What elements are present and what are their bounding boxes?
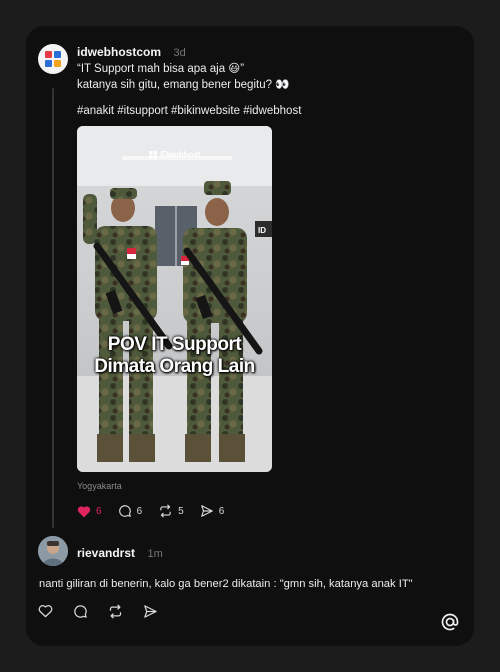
username[interactable]: idwebhostcom — [77, 45, 161, 59]
thread-card: idwebhostcom 3d “IT Support mah bisa apa… — [26, 26, 474, 646]
reply-count: 6 — [136, 505, 143, 517]
reply-button[interactable]: 6 — [118, 504, 143, 518]
media-watermark: IDwebhost — [149, 150, 200, 159]
repost-icon[interactable] — [108, 604, 123, 619]
threads-at-icon — [441, 613, 459, 631]
comment-icon[interactable] — [73, 604, 88, 619]
reply-actions — [38, 604, 158, 619]
post-image[interactable]: ID IDwebhost POV IT Support Dimata Orang… — [77, 126, 272, 472]
idwebhost-logo-icon — [45, 51, 61, 67]
person-avatar-icon — [38, 536, 68, 566]
overlay-line-2: Dimata Orang Lain — [94, 356, 255, 377]
reply-header: rievandrst 1m — [77, 544, 163, 562]
idwebhost-mark-icon — [149, 150, 157, 159]
thread-connector-line — [52, 88, 54, 528]
location-tag[interactable]: Yogyakarta — [77, 481, 122, 491]
comment-icon — [118, 505, 131, 517]
overlay-line-1: POV IT Support — [107, 334, 242, 355]
repost-button[interactable]: 5 — [158, 504, 184, 518]
post-header: idwebhostcom 3d — [77, 43, 186, 61]
send-icon[interactable] — [143, 604, 158, 619]
repost-count: 5 — [178, 505, 184, 517]
like-count: 6 — [96, 505, 102, 517]
reply-timestamp[interactable]: 1m — [147, 548, 162, 560]
repost-icon — [160, 504, 171, 518]
hashtags[interactable]: #anakit #itsupport #bikinwebsite #idwebh… — [77, 104, 301, 119]
share-button[interactable]: 6 — [200, 504, 225, 518]
caption-line-2: katanya sih gitu, emang bener begitu? 👀 — [77, 79, 290, 91]
caption-line-1: “IT Support mah bisa apa aja 😃” — [77, 63, 245, 75]
watermark-text: IDwebhost — [160, 150, 201, 159]
overlay-title: POV IT Support Dimata Orang Lain — [77, 334, 272, 378]
send-icon — [200, 505, 213, 517]
reply-username[interactable]: rievandrst — [77, 546, 135, 560]
heart-icon — [77, 505, 91, 517]
reply-text: nanti giliran di benerin, kalo ga bener2… — [39, 578, 413, 590]
photo-soldiers: ID — [77, 126, 272, 472]
reply-avatar[interactable] — [38, 536, 68, 566]
post-actions: 6 6 5 6 — [77, 504, 224, 518]
share-count: 6 — [218, 505, 225, 517]
threads-logo-icon[interactable] — [440, 612, 460, 637]
wall-sign-text: ID — [258, 226, 266, 235]
like-button[interactable]: 6 — [77, 505, 102, 518]
heart-icon[interactable] — [38, 604, 53, 618]
avatar[interactable] — [38, 44, 68, 74]
timestamp[interactable]: 3d — [173, 47, 185, 59]
